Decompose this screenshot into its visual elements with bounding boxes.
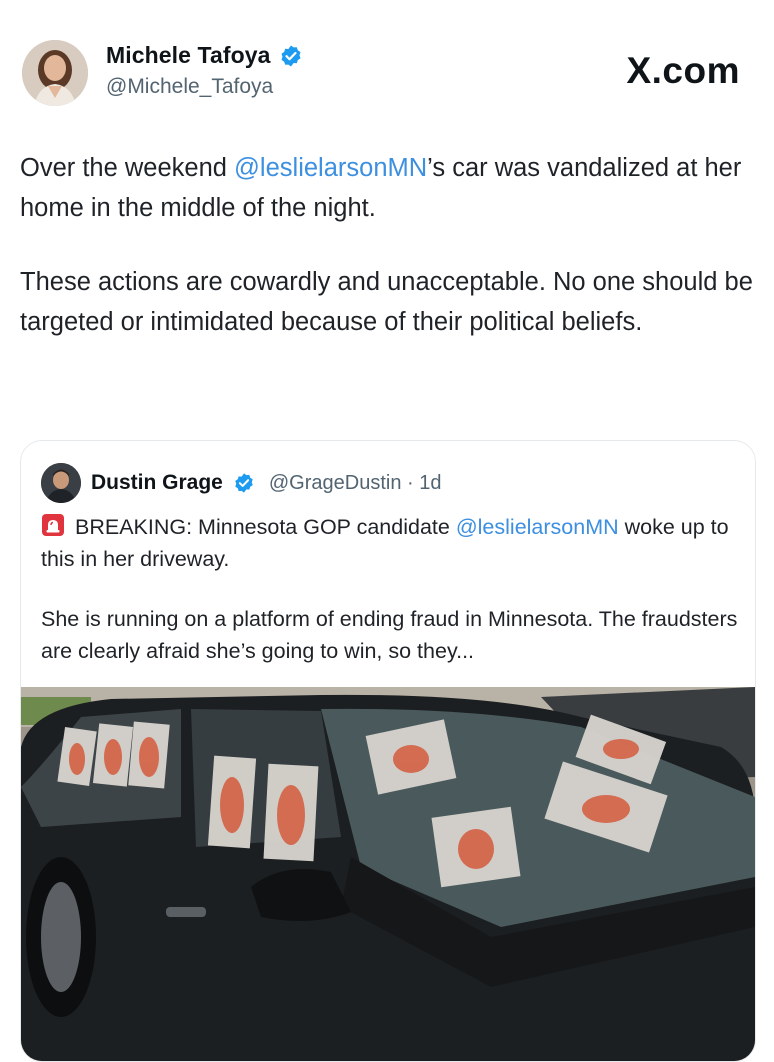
tweet-text-segment: Over the weekend (20, 154, 235, 182)
quoted-author-meta: @GrageDustin · 1d (269, 472, 442, 495)
quoted-timestamp[interactable]: 1d (419, 472, 441, 494)
author-handle[interactable]: @Michele_Tafoya (106, 75, 303, 99)
tweet-header: Michele Tafoya @Michele_Tafoya X.com (22, 40, 752, 112)
quoted-author-avatar[interactable] (41, 463, 81, 503)
tweet-paragraph-1: Over the weekend @leslielarsonMN’s car w… (20, 148, 760, 228)
quoted-author-handle[interactable]: @GrageDustin (269, 472, 402, 494)
quoted-author-name[interactable]: Dustin Grage (91, 471, 223, 495)
quoted-media-image[interactable] (21, 687, 755, 1061)
author-avatar-image (22, 40, 88, 106)
quoted-tweet-body: BREAKING: Minnesota GOP candidate @lesli… (41, 511, 741, 695)
quoted-author-avatar-image (41, 463, 81, 503)
mention-link[interactable]: @leslielarsonMN (234, 154, 427, 182)
quoted-text-segment: BREAKING: Minnesota GOP candidate (75, 515, 456, 539)
verified-badge-icon (281, 45, 301, 66)
brand-logo: X.com (626, 50, 740, 91)
verified-badge-icon (235, 473, 253, 493)
quoted-paragraph-1: BREAKING: Minnesota GOP candidate @lesli… (41, 511, 741, 575)
mention-link[interactable]: @leslielarsonMN (456, 515, 619, 539)
quoted-tweet[interactable]: Dustin Grage @GrageDustin · 1d BREAKING:… (20, 440, 756, 1062)
quoted-paragraph-2: She is running on a platform of ending f… (41, 607, 738, 663)
car-photo-illustration (21, 687, 755, 1061)
tweet-body: Over the weekend @leslielarsonMN’s car w… (20, 148, 760, 376)
author-name[interactable]: Michele Tafoya (106, 42, 271, 69)
quoted-tweet-header: Dustin Grage @GrageDustin · 1d (41, 463, 441, 503)
author-block: Michele Tafoya @Michele_Tafoya (106, 42, 303, 99)
meta-separator: · (407, 471, 414, 494)
tweet-paragraph-2: These actions are cowardly and unaccepta… (20, 268, 753, 336)
author-avatar[interactable] (22, 40, 88, 106)
siren-icon (42, 514, 64, 536)
